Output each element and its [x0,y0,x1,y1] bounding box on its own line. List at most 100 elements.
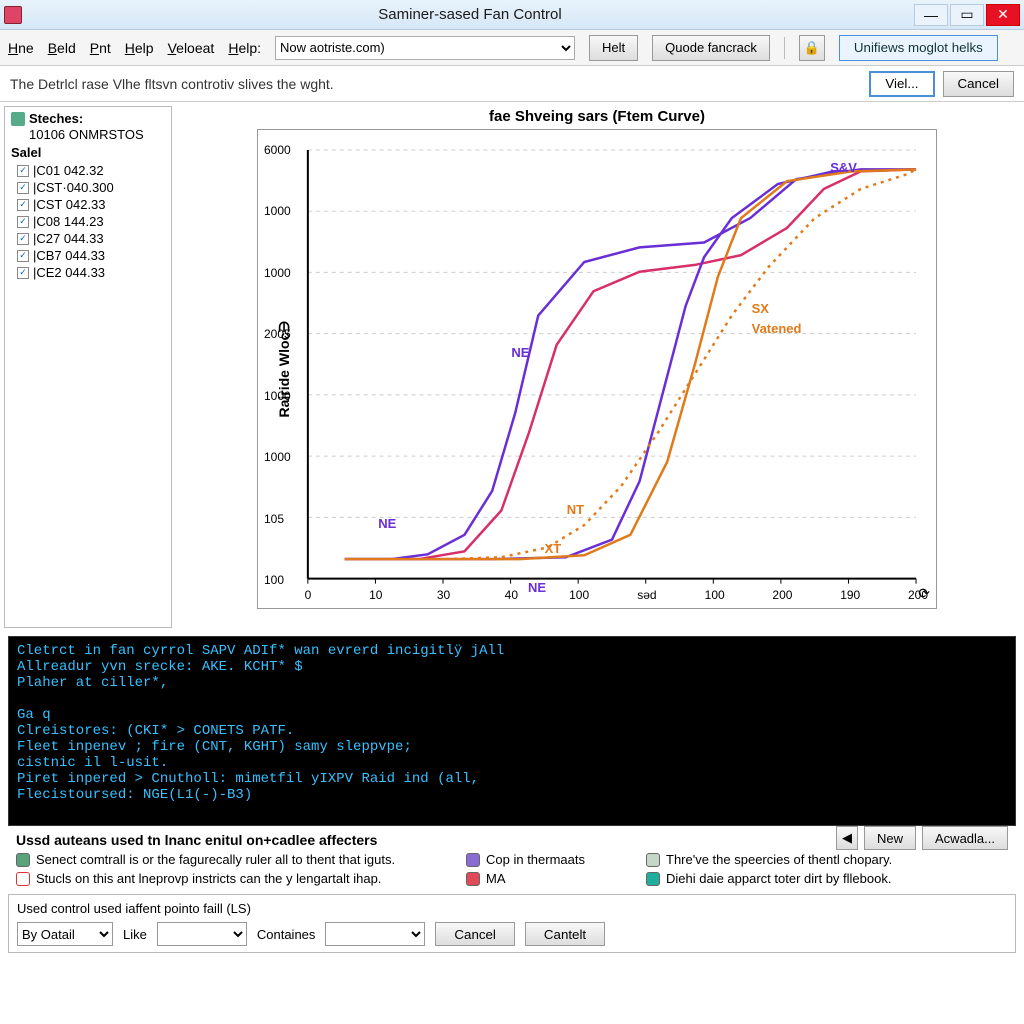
chart-annotation: S&V [830,160,857,175]
checkbox-icon[interactable] [17,165,29,177]
menu-0[interactable]: Hne [8,40,34,56]
chart-annotation: Vatened [752,321,802,336]
uniflews-button[interactable]: Unifiews moglot helks [839,35,998,61]
legend-text: MA [486,871,506,886]
chart-annotation: NT [567,502,584,517]
x-tick: 200 [908,588,928,602]
separator [784,37,785,59]
sidebar: Steches: 10106 ONMRSTOS Salel |C01 042.3… [4,106,172,628]
sidebar-item-label: |C27 044.33 [33,231,104,246]
legend-swatch-icon [16,872,30,886]
minimize-button[interactable]: — [914,4,948,26]
legend-buttons: ◀ New Acwadla... [836,826,1008,850]
x-tick: 100 [705,588,725,602]
legend-item: Diehi daie apparct toter dirt by flleboo… [646,871,892,886]
legend-text: Thre've the speercies of thentl chopary. [666,852,892,867]
legend-text: Cop in thermaats [486,852,585,867]
x-tick: səd [637,588,656,602]
legend-text: Diehi daie apparct toter dirt by flleboo… [666,871,891,886]
checkbox-icon[interactable] [17,250,29,262]
sidebar-item-3[interactable]: |C08 144.23 [11,213,165,230]
legend-text: Senect comtrall is or the fagurecally ru… [36,852,395,867]
x-tick: 40 [505,588,518,602]
address-combo[interactable]: Now aotriste.com) [275,36,575,60]
filter-like-select[interactable] [157,922,247,946]
filter-row: By Oatail Like Containes Cancel Cantelt [17,922,1007,946]
window-title: Saminer-sased Fan Control [28,6,912,23]
x-tick: 190 [840,588,860,602]
window-controls: — ▭ ✕ [912,4,1020,26]
x-tick: 10 [369,588,382,602]
y-tick: 1000 [264,204,291,218]
quode-button[interactable]: Quode fancrack [652,35,770,61]
new-button[interactable]: New [864,826,916,850]
legend-panel: ◀ New Acwadla... Ussd auteans used tn ln… [8,828,1016,890]
checkbox-icon[interactable] [17,216,29,228]
checkbox-icon[interactable] [17,182,29,194]
sidebar-item-5[interactable]: |CB7 044.33 [11,247,165,264]
checkbox-icon[interactable] [17,233,29,245]
menu-2[interactable]: Pnt [90,40,111,56]
y-tick: 100 [264,573,284,587]
filter-cancel-button[interactable]: Cancel [435,922,515,946]
chart-annotation: XT [545,541,562,556]
close-button[interactable]: ✕ [986,4,1020,26]
prev-button[interactable]: ◀ [836,826,858,850]
console-output[interactable]: Cletrct in fan cyrrol SAPV ADIf* wan evr… [8,636,1016,826]
chart-annotation: SX [752,301,769,316]
x-tick: 30 [437,588,450,602]
filter-cantet-button[interactable]: Cantelt [525,922,605,946]
y-tick: 105 [264,512,284,526]
contains-label: Containes [257,927,316,942]
menu-1[interactable]: Beld [48,40,76,56]
y-tick: 1000 [264,266,291,280]
legend-text: Stucls on this ant lneprovp instricts ca… [36,871,381,886]
chart-annotation: NE [378,516,396,531]
chart-svg [258,130,936,609]
sidebar-item-label: |CST·040.300 [33,180,114,195]
helt-button[interactable]: Helt [589,35,638,61]
chart-title: fae Shveing sars (Ftem Curve) [180,108,1014,125]
menubar: Hne Beld Pnt Help Veloeat Help: Now aotr… [0,30,1024,66]
legend-swatch-icon [466,872,480,886]
lock-icon[interactable]: 🔒 [799,35,825,61]
legend-item: Thre've the speercies of thentl chopary. [646,852,892,867]
sidebar-node[interactable]: 10106 ONMRSTOS [11,126,165,143]
address-select[interactable]: Now aotriste.com) [275,36,575,60]
sidebar-group[interactable]: Salel [11,143,165,162]
legend-item: Cop in thermaats [466,852,616,867]
maximize-button[interactable]: ▭ [950,4,984,26]
filter-title: Used control used iaffent pointo faill (… [17,901,1007,916]
chart-area: fae Shveing sars (Ftem Curve) Rairide Wl… [176,102,1024,632]
legend-swatch-icon [466,853,480,867]
menu-4[interactable]: Veloeat [168,40,215,56]
legend-item: MA [466,871,616,886]
acwadla-button[interactable]: Acwadla... [922,826,1008,850]
y-tick: 2005 [264,327,291,341]
sidebar-item-label: |CST 042.33 [33,197,106,212]
menu-3[interactable]: Help [125,40,154,56]
y-tick: 1000 [264,389,291,403]
y-tick: 1000 [264,450,291,464]
app-icon [4,6,22,24]
sidebar-item-4[interactable]: |C27 044.33 [11,230,165,247]
sidebar-item-label: |CE2 044.33 [33,265,105,280]
sidebar-item-6[interactable]: |CE2 044.33 [11,264,165,281]
filter-contains-select[interactable] [325,922,425,946]
y-tick: 6000 [264,143,291,157]
sidebar-item-2[interactable]: |CST 042.33 [11,196,165,213]
cancel-button[interactable]: Cancel [943,71,1015,97]
sidebar-item-label: |C01 042.32 [33,163,104,178]
legend-swatch-icon [646,853,660,867]
titlebar: Saminer-sased Fan Control — ▭ ✕ [0,0,1024,30]
checkbox-icon[interactable] [17,199,29,211]
sidebar-item-0[interactable]: |C01 042.32 [11,162,165,179]
sidebar-item-1[interactable]: |CST·040.300 [11,179,165,196]
checkbox-icon[interactable] [17,267,29,279]
filter-by-select[interactable]: By Oatail [17,922,113,946]
legend-item: Senect comtrall is or the fagurecally ru… [16,852,436,867]
chart-frame: Rairide Wloc∋ ⟳ 600010001000200510001000… [257,129,937,609]
viel-button[interactable]: Viel... [869,71,934,97]
menu-5[interactable]: Help: [228,40,261,56]
like-label: Like [123,927,147,942]
